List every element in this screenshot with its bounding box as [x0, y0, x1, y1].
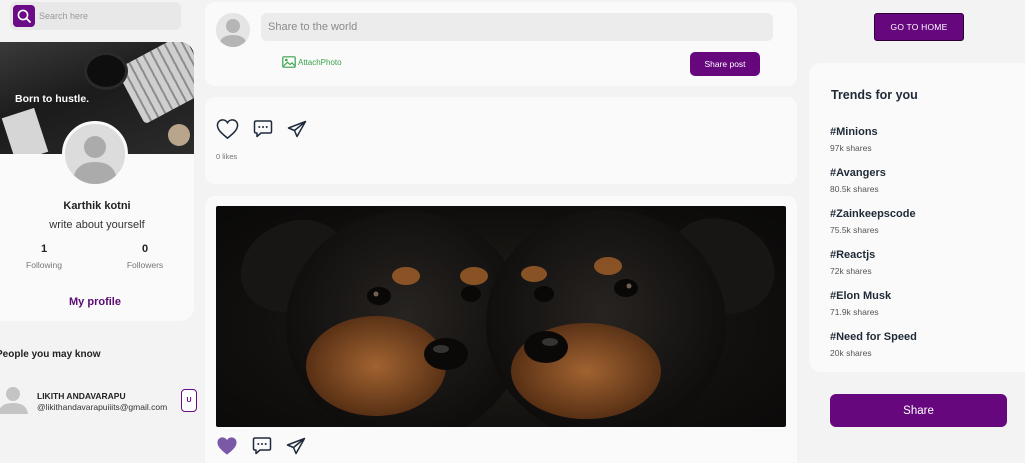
trend-shares: 80.5k shares: [830, 184, 879, 194]
trend-shares: 97k shares: [830, 143, 872, 153]
share-input[interactable]: [261, 13, 773, 41]
people-you-may-know-title: People you may know: [0, 349, 101, 360]
post-card: [205, 196, 797, 463]
share-button[interactable]: Share: [830, 394, 1007, 427]
trend-tag: #Need for Speed: [830, 331, 917, 343]
search-input[interactable]: [39, 11, 174, 21]
trend-item[interactable]: #Reactjs 72k shares: [830, 249, 875, 276]
trend-shares: 71.9k shares: [830, 307, 879, 317]
post-image: [216, 206, 786, 427]
profile-name: Karthik kotni: [63, 200, 131, 212]
trend-item[interactable]: #Minions 97k shares: [830, 126, 878, 153]
attach-photo-button[interactable]: AttachPhoto: [282, 56, 342, 68]
send-icon[interactable]: [286, 437, 306, 455]
search-bar: [10, 2, 181, 30]
following-count: 1: [40, 243, 48, 255]
followers-stat: 0 Followers: [115, 243, 175, 270]
go-to-home-button[interactable]: GO TO HOME: [874, 13, 964, 41]
trend-tag: #Minions: [830, 126, 878, 138]
comment-icon[interactable]: [253, 119, 273, 139]
trend-shares: 75.5k shares: [830, 225, 879, 235]
trends-panel: Trends for you #Minions 97k shares #Avan…: [809, 63, 1025, 372]
followers-label: Followers: [126, 260, 164, 270]
follow-button[interactable]: U: [181, 389, 197, 412]
trend-item[interactable]: #Elon Musk 71.9k shares: [830, 290, 891, 317]
share-post-card: AttachPhoto Share post: [205, 2, 797, 86]
trends-title: Trends for you: [831, 88, 918, 102]
cover-caption: Born to hustle.: [15, 93, 90, 105]
trend-shares: 72k shares: [830, 266, 872, 276]
profile-avatar: [62, 121, 128, 187]
trend-item[interactable]: #Zainkeepscode 75.5k shares: [830, 208, 916, 235]
image-icon: [282, 56, 296, 68]
trend-tag: #Elon Musk: [830, 290, 892, 302]
suggestion-email: @likithandavarapuiiits@gmail.com: [37, 402, 168, 412]
trend-shares: 20k shares: [830, 348, 872, 358]
following-stat: 1 Following: [14, 243, 74, 270]
following-label: Following: [26, 260, 62, 270]
trend-tag: #Zainkeepscode: [830, 208, 916, 220]
heart-icon[interactable]: [216, 118, 239, 140]
trend-item[interactable]: #Avangers 80.5k shares: [830, 167, 886, 194]
post-actions-card: 0 likes: [205, 97, 797, 184]
followers-count: 0: [141, 243, 149, 255]
suggestion-name: LIKITH ANDAVARAPU: [37, 391, 126, 401]
suggestion-item: LIKITH ANDAVARAPU @likithandavarapuiiits…: [0, 383, 200, 419]
avatar: [216, 13, 250, 47]
avatar: [0, 384, 28, 414]
post-actions: [216, 118, 307, 140]
profile-bio: write about yourself: [49, 219, 145, 231]
send-icon[interactable]: [287, 120, 307, 138]
comment-icon[interactable]: [252, 436, 272, 456]
share-post-button[interactable]: Share post: [690, 52, 760, 76]
my-profile-link[interactable]: My profile: [0, 296, 190, 308]
trend-tag: #Avangers: [830, 167, 886, 179]
heart-filled-icon[interactable]: [216, 436, 238, 456]
trend-tag: #Reactjs: [830, 249, 876, 261]
post-actions: [216, 436, 306, 456]
likes-count: 0 likes: [216, 152, 238, 161]
attach-photo-label: AttachPhoto: [298, 57, 342, 67]
search-icon[interactable]: [13, 5, 35, 27]
trend-item[interactable]: #Need for Speed 20k shares: [830, 331, 917, 358]
